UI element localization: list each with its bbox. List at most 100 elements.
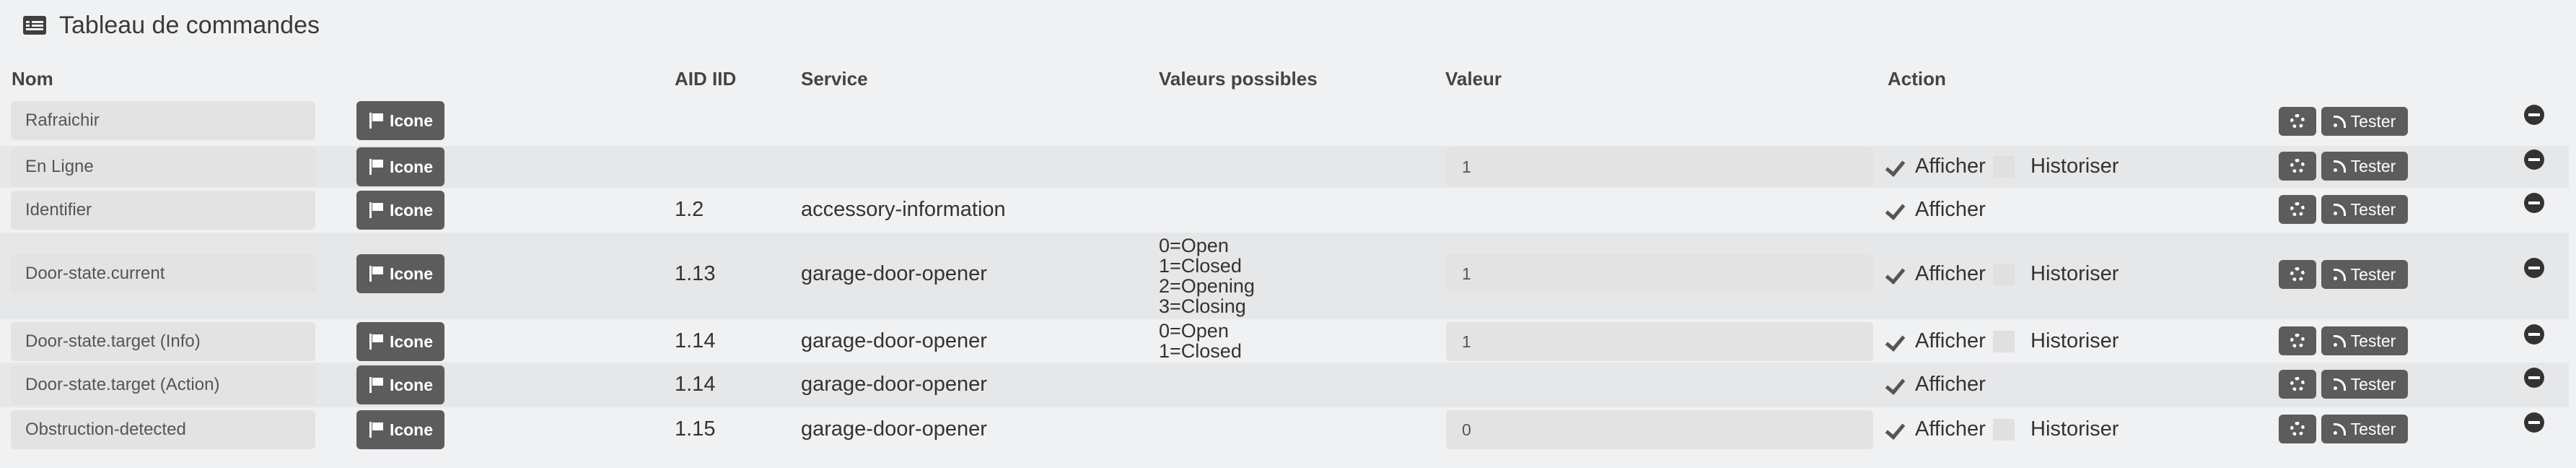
icone-button[interactable]: Icone [356,410,444,449]
remove-icon[interactable] [2524,412,2544,433]
configure-button[interactable] [2279,326,2316,355]
table-row: Door-state.target (Action) Icone 1.14 ga… [0,363,2569,407]
aid-iid-value: 1.14 [675,373,716,396]
tester-button[interactable]: Tester [2321,370,2408,399]
command-name-field[interactable]: Door-state.target (Info) [11,322,315,361]
command-name-field[interactable]: En Ligne [11,147,315,186]
icone-button[interactable]: Icone [356,254,444,293]
historiser-checkbox[interactable]: Historiser [1993,417,2119,441]
icone-button[interactable]: Icone [356,147,444,186]
aid-iid-value: 1.14 [675,329,716,352]
configure-button[interactable] [2279,370,2316,399]
icone-button[interactable]: Icone [356,101,444,140]
gears-icon [2290,334,2305,348]
rss-icon [2333,335,2346,347]
rss-icon [2333,378,2346,391]
aid-iid-value: 1.2 [675,198,704,221]
afficher-checkbox[interactable]: Afficher [1888,329,1986,353]
configure-button[interactable] [2279,260,2316,289]
afficher-checkbox[interactable]: Afficher [1888,198,1986,222]
gears-icon [2290,377,2305,391]
value-field[interactable]: 1 [1446,147,1873,186]
panel-title-text: Tableau de commandes [59,11,320,39]
remove-icon[interactable] [2524,105,2544,125]
header-valeur: Valeur [1445,67,1502,90]
check-icon [1888,334,1908,350]
service-value: garage-door-opener [801,373,987,396]
check-icon [1888,377,1908,393]
table-row: Identifier Icone 1.2 accessory-informati… [0,188,2569,233]
historiser-checkbox[interactable]: Historiser [1993,329,2119,353]
remove-icon[interactable] [2524,258,2544,278]
aid-iid-value: 1.13 [675,262,716,285]
command-name-field[interactable]: Door-state.target (Action) [11,365,315,404]
gears-icon [2290,267,2305,282]
check-icon [1888,202,1908,218]
tester-button[interactable]: Tester [2321,152,2408,181]
header-aid-iid: AID IID [675,67,737,90]
service-value: accessory-information [801,198,1006,221]
flag-icon [368,377,384,393]
rss-icon [2333,423,2346,436]
table-row: Door-state.target (Info) Icone 1.14 gara… [0,319,2569,363]
table-row: Rafraichir Icone Tester [0,101,2569,146]
configure-button[interactable] [2279,195,2316,224]
configure-button[interactable] [2279,415,2316,443]
flag-icon [368,422,384,438]
afficher-checkbox[interactable]: Afficher [1888,155,1986,178]
tester-button[interactable]: Tester [2321,195,2408,224]
header-nom: Nom [12,67,53,90]
value-field[interactable]: 1 [1446,322,1873,361]
header-action: Action [1888,67,1946,90]
rss-icon [2333,204,2346,216]
gears-icon [2290,422,2305,436]
tester-button[interactable]: Tester [2321,107,2408,136]
table-row: Obstruction-detected Icone 1.15 garage-d… [0,407,2569,454]
check-icon [1888,266,1908,282]
afficher-checkbox[interactable]: Afficher [1888,262,1986,286]
possible-values: 0=Open 1=Closed 2=Opening 3=Closing [1159,235,1255,317]
flag-icon [368,113,384,129]
panel-title: Tableau de commandes [23,7,320,43]
remove-icon[interactable] [2524,150,2544,170]
icone-button[interactable]: Icone [356,191,444,230]
possible-values: 0=Open 1=Closed [1159,320,1242,362]
command-name-field[interactable]: Obstruction-detected [11,410,315,449]
gears-icon [2290,114,2305,129]
header-valeurs-possibles: Valeurs possibles [1159,67,1318,90]
aid-iid-value: 1.15 [675,417,716,441]
command-name-field[interactable]: Door-state.current [11,254,315,293]
header-service: Service [801,67,868,90]
historiser-checkbox[interactable]: Historiser [1993,262,2119,286]
historiser-checkbox[interactable]: Historiser [1993,155,2119,178]
configure-button[interactable] [2279,152,2316,181]
table-row: Door-state.current Icone 1.13 garage-doo… [0,233,2569,319]
tester-button[interactable]: Tester [2321,326,2408,355]
icone-button[interactable]: Icone [356,365,444,404]
remove-icon[interactable] [2524,368,2544,388]
afficher-checkbox[interactable]: Afficher [1888,417,1986,441]
tester-button[interactable]: Tester [2321,415,2408,443]
remove-icon[interactable] [2524,193,2544,213]
configure-button[interactable] [2279,107,2316,136]
list-icon [23,16,46,35]
table-row: En Ligne Icone 1 Afficher Historiser Tes… [0,146,2569,188]
service-value: garage-door-opener [801,329,987,352]
tester-button[interactable]: Tester [2321,260,2408,289]
value-field[interactable]: 1 [1446,254,1873,293]
command-name-field[interactable]: Identifier [11,191,315,230]
check-icon [1888,159,1908,175]
icone-button[interactable]: Icone [356,322,444,361]
gears-icon [2290,159,2305,173]
command-name-field[interactable]: Rafraichir [11,101,315,140]
flag-icon [368,159,384,175]
rss-icon [2333,269,2346,281]
remove-icon[interactable] [2524,324,2544,344]
afficher-checkbox[interactable]: Afficher [1888,373,1986,396]
flag-icon [368,266,384,282]
gears-icon [2290,202,2305,217]
flag-icon [368,334,384,350]
flag-icon [368,202,384,218]
value-field[interactable]: 0 [1446,410,1873,449]
service-value: garage-door-opener [801,262,987,285]
